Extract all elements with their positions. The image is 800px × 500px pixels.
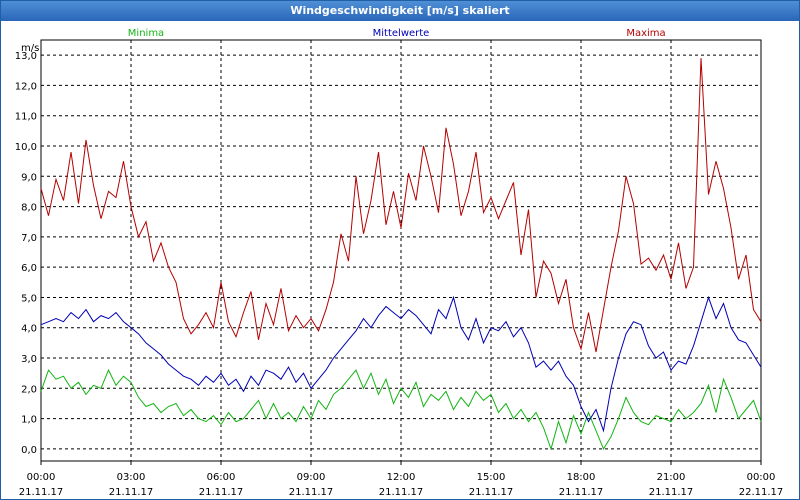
y-tick-label: 13,0	[15, 51, 37, 62]
x-tick-date: 21.11.17	[379, 487, 424, 498]
y-tick-label: 10,0	[15, 142, 37, 153]
y-tick-labels: 0,0 1,0 2,0 3,0 4,0 5,0 6,0 7,0 8,0 9,0 10,0 11,0 12…	[15, 51, 37, 456]
x-tick-time: 15:00	[477, 472, 506, 483]
y-tick-label: 1,0	[21, 415, 37, 426]
x-tick-date: 21.11.17	[109, 487, 154, 498]
y-tick-label: 12,0	[15, 81, 37, 92]
y-tick-label: 5,0	[21, 293, 37, 304]
y-tick-label: 7,0	[21, 233, 37, 244]
y-tick-label: 6,0	[21, 263, 37, 274]
legend-entry-mittelwerte: Mittelwerte	[373, 28, 430, 39]
x-tick-date: 21.11.17	[289, 487, 334, 498]
x-tick-time: 06:00	[207, 472, 236, 483]
y-tick-label: 3,0	[21, 354, 37, 365]
x-tick-time: 00:00	[27, 472, 56, 483]
chart-svg: m/s 0,01,02,03,04,05,06,07,08,09,010,011…	[15, 28, 784, 498]
x-tick-date: 21.11.17	[469, 487, 514, 498]
x-tick-date: 21.11.17	[649, 487, 694, 498]
legend: Minima Mittelwerte Maxima	[128, 28, 666, 39]
x-tick-date: 21.11.17	[19, 487, 64, 498]
legend-entry-maxima: Maxima	[626, 28, 665, 39]
x-tick-date: 22.11.17	[739, 487, 784, 498]
x-tick-date: 21.11.17	[559, 487, 604, 498]
y-tick-label: 8,0	[21, 203, 37, 214]
x-tick-time: 03:00	[117, 472, 146, 483]
x-tick-time: 09:00	[297, 472, 326, 483]
y-tick-label: 0,0	[21, 445, 37, 456]
legend-entry-minima: Minima	[128, 28, 164, 39]
y-tick-label: 4,0	[21, 324, 37, 335]
chart-window: Windgeschwindigkeit [m/s] skaliert m/s 0…	[0, 0, 800, 500]
x-tick-date: 21.11.17	[199, 487, 244, 498]
x-tick-labels: 00:00 21.11.17 03:00 21.11.17 06:00 21.11.17 0…	[19, 472, 784, 498]
x-tick-time: 00:00	[747, 472, 776, 483]
y-tick-label: 2,0	[21, 384, 37, 395]
grid-lines	[40, 40, 762, 465]
x-tick-time: 18:00	[567, 472, 596, 483]
x-tick-time: 12:00	[387, 472, 416, 483]
x-tick-time: 21:00	[657, 472, 686, 483]
y-tick-label: 9,0	[21, 172, 37, 183]
y-tick-label: 11,0	[15, 112, 37, 123]
